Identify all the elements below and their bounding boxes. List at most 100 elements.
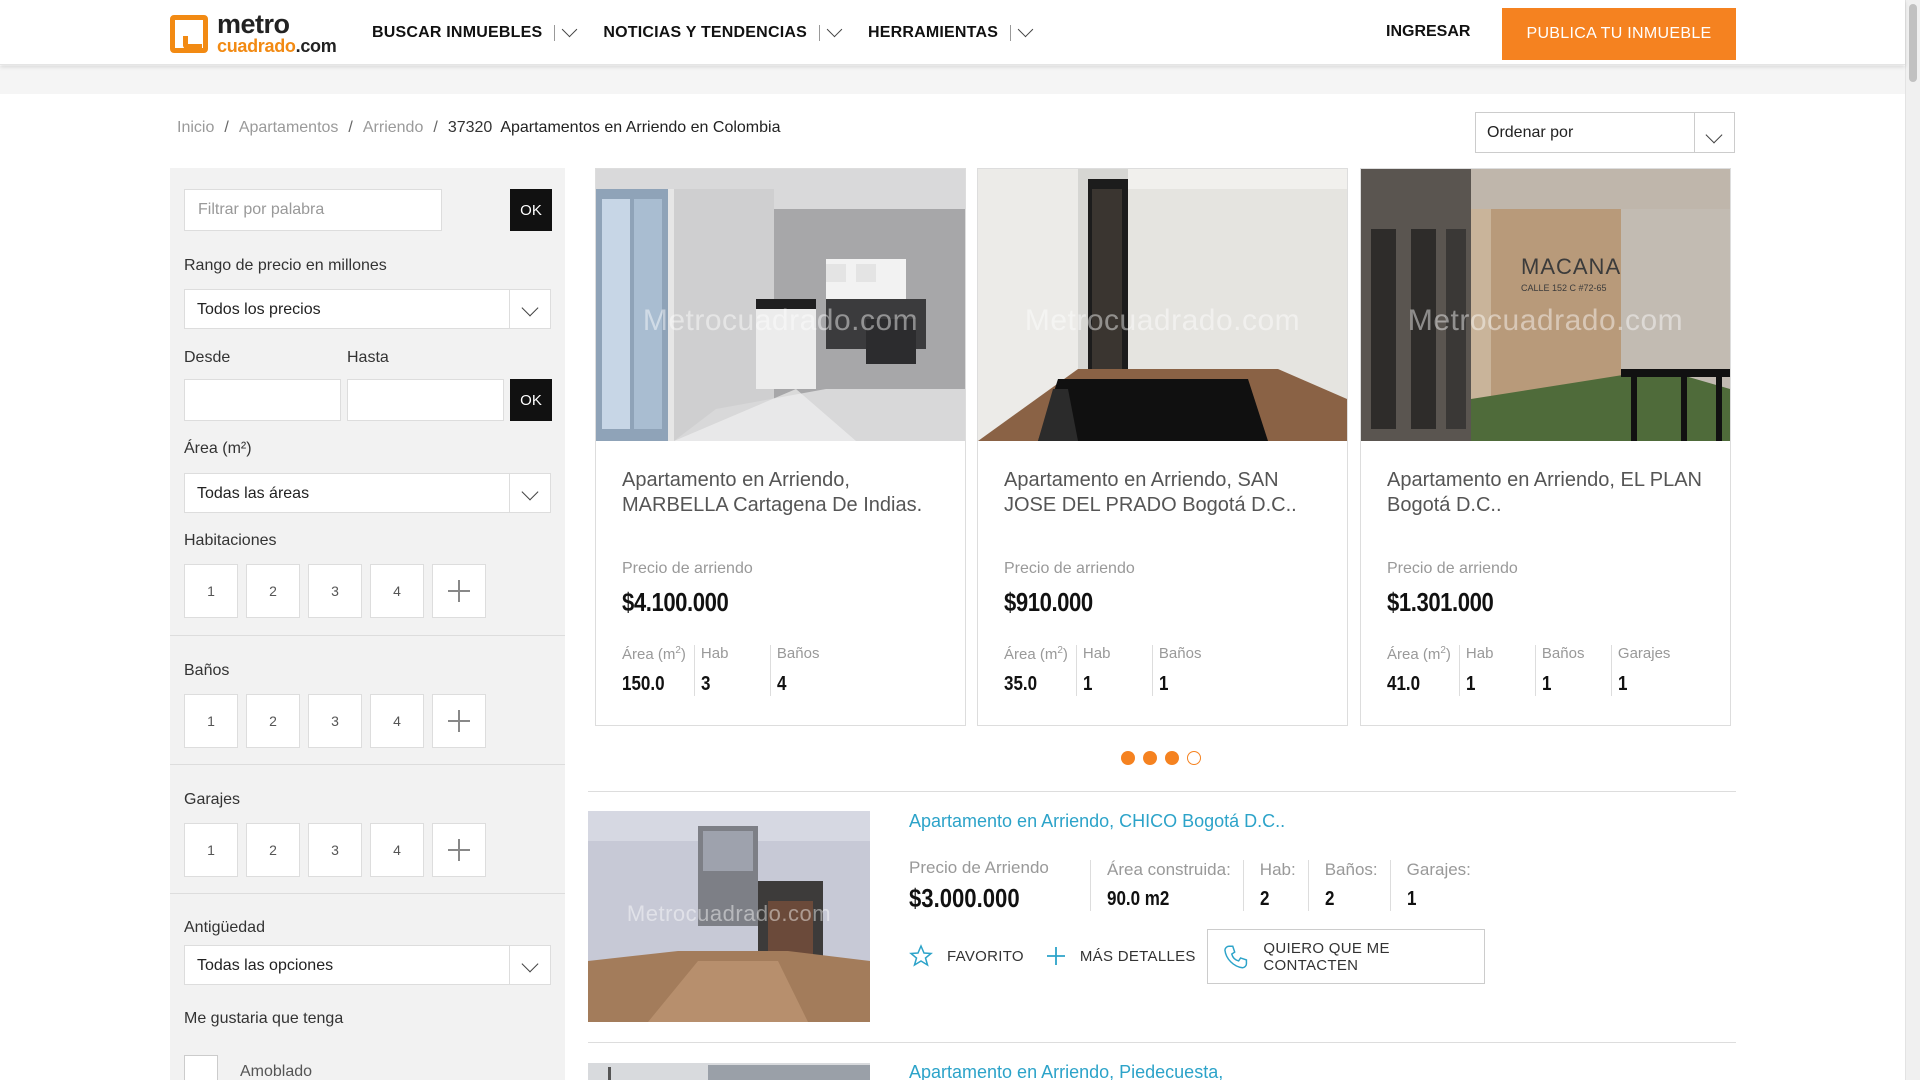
star-icon	[909, 944, 933, 967]
garages-option-3[interactable]: 3	[308, 823, 362, 877]
keyword-ok-button[interactable]: OK	[510, 189, 552, 231]
rooms-value: 1	[1082, 673, 1093, 695]
featured-card[interactable]: MACANA CALLE 152 C #72-65 Metrocuadrado.…	[1360, 168, 1731, 726]
plus-icon	[448, 839, 470, 861]
age-select[interactable]: Todas las opciones	[184, 945, 551, 985]
feature-label: Área (m2)	[622, 645, 686, 663]
rooms-label: Habitaciones	[184, 532, 277, 549]
property-photo[interactable]: Metrocuadrado.com	[596, 169, 965, 441]
baths-value: 1	[1541, 673, 1552, 695]
baths-option-4[interactable]: 4	[370, 694, 424, 748]
sort-select[interactable]: Ordenar por	[1475, 112, 1735, 153]
top-header: metro cuadrado.com BUSCAR INMUEBLES NOTI…	[0, 0, 1905, 65]
nav-buscar-inmuebles[interactable]: BUSCAR INMUEBLES	[372, 21, 578, 42]
garages-option-more[interactable]	[432, 823, 486, 877]
listing-features: Área construida: 90.0 m2 Hab: 2 Baños: 2 Ga…	[1090, 860, 1483, 911]
rooms-option-2[interactable]: 2	[246, 564, 300, 618]
logo-text-bottom: cuadrado.com	[217, 36, 337, 56]
featured-card[interactable]: Metrocuadrado.com Apartamento en Arriend…	[977, 168, 1348, 726]
listing-photo[interactable]	[588, 1063, 870, 1080]
rooms-option-1[interactable]: 1	[184, 564, 238, 618]
age-select-value: Todas las opciones	[197, 957, 334, 974]
carousel-dot[interactable]	[1165, 751, 1179, 765]
chevron-down-icon	[826, 21, 843, 38]
furnished-checkbox[interactable]	[184, 1055, 218, 1080]
chevron-down-icon	[521, 483, 539, 501]
building-sign-text: MACANA	[1521, 254, 1621, 279]
rooms-option-4[interactable]: 4	[370, 564, 424, 618]
site-logo[interactable]: metro cuadrado.com	[170, 9, 345, 56]
baths-option-3[interactable]: 3	[308, 694, 362, 748]
rooms-options: 1 2 3 4	[184, 564, 494, 618]
wish-label: Me gustaria que tenga	[184, 1010, 344, 1027]
keyword-filter-input[interactable]: Filtrar por palabra	[184, 189, 442, 231]
carousel-dot[interactable]	[1121, 751, 1135, 765]
price-select[interactable]: Todos los precios	[184, 289, 551, 329]
area-value: 90.0 m2	[1107, 888, 1170, 910]
price-ok-button[interactable]: OK	[510, 379, 552, 421]
price-value: $4.100.000	[622, 587, 729, 617]
login-link[interactable]: INGRESAR	[1386, 23, 1470, 41]
area-select[interactable]: Todas las áreas	[184, 473, 551, 513]
age-label: Antigüedad	[184, 919, 265, 936]
feature-label: Hab:	[1259, 860, 1296, 879]
carousel-dot[interactable]	[1187, 751, 1201, 765]
baths-option-more[interactable]	[432, 694, 486, 748]
baths-value: 2	[1324, 888, 1335, 910]
card-features: Área (m2) 35.0 Hab 1 Baños 1	[1004, 645, 1235, 696]
contact-button[interactable]: QUIERO QUE ME CONTACTEN	[1207, 929, 1485, 984]
building-sign-subtext: CALLE 152 C #72-65	[1521, 283, 1607, 293]
garages-value: 1	[1406, 888, 1417, 910]
rooms-option-more[interactable]	[432, 564, 486, 618]
listing-price-label: Precio de Arriendo	[909, 858, 1049, 877]
price-from-input[interactable]	[184, 379, 341, 421]
listing-price: $3.000.000	[909, 883, 1020, 913]
feature-label: Hab	[1465, 645, 1494, 662]
card-title[interactable]: Apartamento en Arriendo, EL PLAN Bogotá …	[1387, 468, 1717, 518]
price-value: $1.301.000	[1387, 587, 1494, 617]
favorite-button[interactable]: FAVORITO	[909, 944, 1024, 968]
more-details-label: MÁS DETALLES	[1079, 947, 1196, 965]
featured-card[interactable]: Metrocuadrado.com Apartamento en Arriend…	[595, 168, 966, 726]
listing-photo[interactable]: Metrocuadrado.com	[588, 811, 870, 1022]
feature-label: Área (m2)	[1004, 645, 1068, 663]
property-photo[interactable]: MACANA CALLE 152 C #72-65 Metrocuadrado.…	[1361, 169, 1730, 441]
breadcrumb: Inicio / Apartamentos / Arriendo / 37320…	[177, 119, 781, 137]
area-value: 35.0	[1004, 673, 1038, 695]
baths-option-1[interactable]: 1	[184, 694, 238, 748]
garages-option-1[interactable]: 1	[184, 823, 238, 877]
nav-noticias[interactable]: NOTICIAS Y TENDENCIAS	[603, 21, 843, 42]
price-range-label: Rango de precio en millones	[184, 257, 387, 274]
scrollbar-thumb[interactable]	[1909, 4, 1917, 82]
garages-label: Garajes	[184, 791, 241, 808]
feature-label: Área construida:	[1107, 860, 1231, 879]
listing-title[interactable]: Apartamento en Arriendo, CHICO Bogotá D.…	[909, 811, 1285, 832]
nav-herramientas[interactable]: HERRAMIENTAS	[868, 21, 1034, 42]
feature-label: Baños:	[1324, 860, 1378, 879]
baths-option-2[interactable]: 2	[246, 694, 300, 748]
breadcrumb-apartamentos[interactable]: Apartamentos	[239, 119, 339, 137]
favorite-label: FAVORITO	[947, 947, 1024, 965]
carousel-dots	[1121, 751, 1209, 765]
card-title[interactable]: Apartamento en Arriendo, SAN JOSE DEL PR…	[1004, 468, 1334, 518]
feature-label: Baños	[776, 645, 820, 662]
garages-option-4[interactable]: 4	[370, 823, 424, 877]
breadcrumb-inicio[interactable]: Inicio	[177, 119, 214, 137]
phone-icon	[1224, 945, 1248, 968]
garages-option-2[interactable]: 2	[246, 823, 300, 877]
listing-title[interactable]: Apartamento en Arriendo, Piedecuesta,	[909, 1062, 1223, 1080]
carousel-dot[interactable]	[1143, 751, 1157, 765]
page-scrollbar[interactable]	[1905, 0, 1920, 1080]
price-to-input[interactable]	[347, 379, 504, 421]
plus-icon	[1046, 947, 1065, 965]
price-label: Precio de arriendo	[1004, 560, 1135, 577]
property-photo[interactable]: Metrocuadrado.com	[978, 169, 1347, 441]
breadcrumb-arriendo[interactable]: Arriendo	[363, 119, 423, 137]
more-details-button[interactable]: MÁS DETALLES	[1046, 946, 1196, 966]
publish-property-button[interactable]: PUBLICA TU INMUEBLE	[1502, 8, 1736, 60]
card-title[interactable]: Apartamento en Arriendo, MARBELLA Cartag…	[622, 468, 952, 518]
price-label: Precio de arriendo	[1387, 560, 1518, 577]
rooms-option-3[interactable]: 3	[308, 564, 362, 618]
feature-label: Baños	[1158, 645, 1202, 662]
baths-label: Baños	[184, 662, 230, 679]
